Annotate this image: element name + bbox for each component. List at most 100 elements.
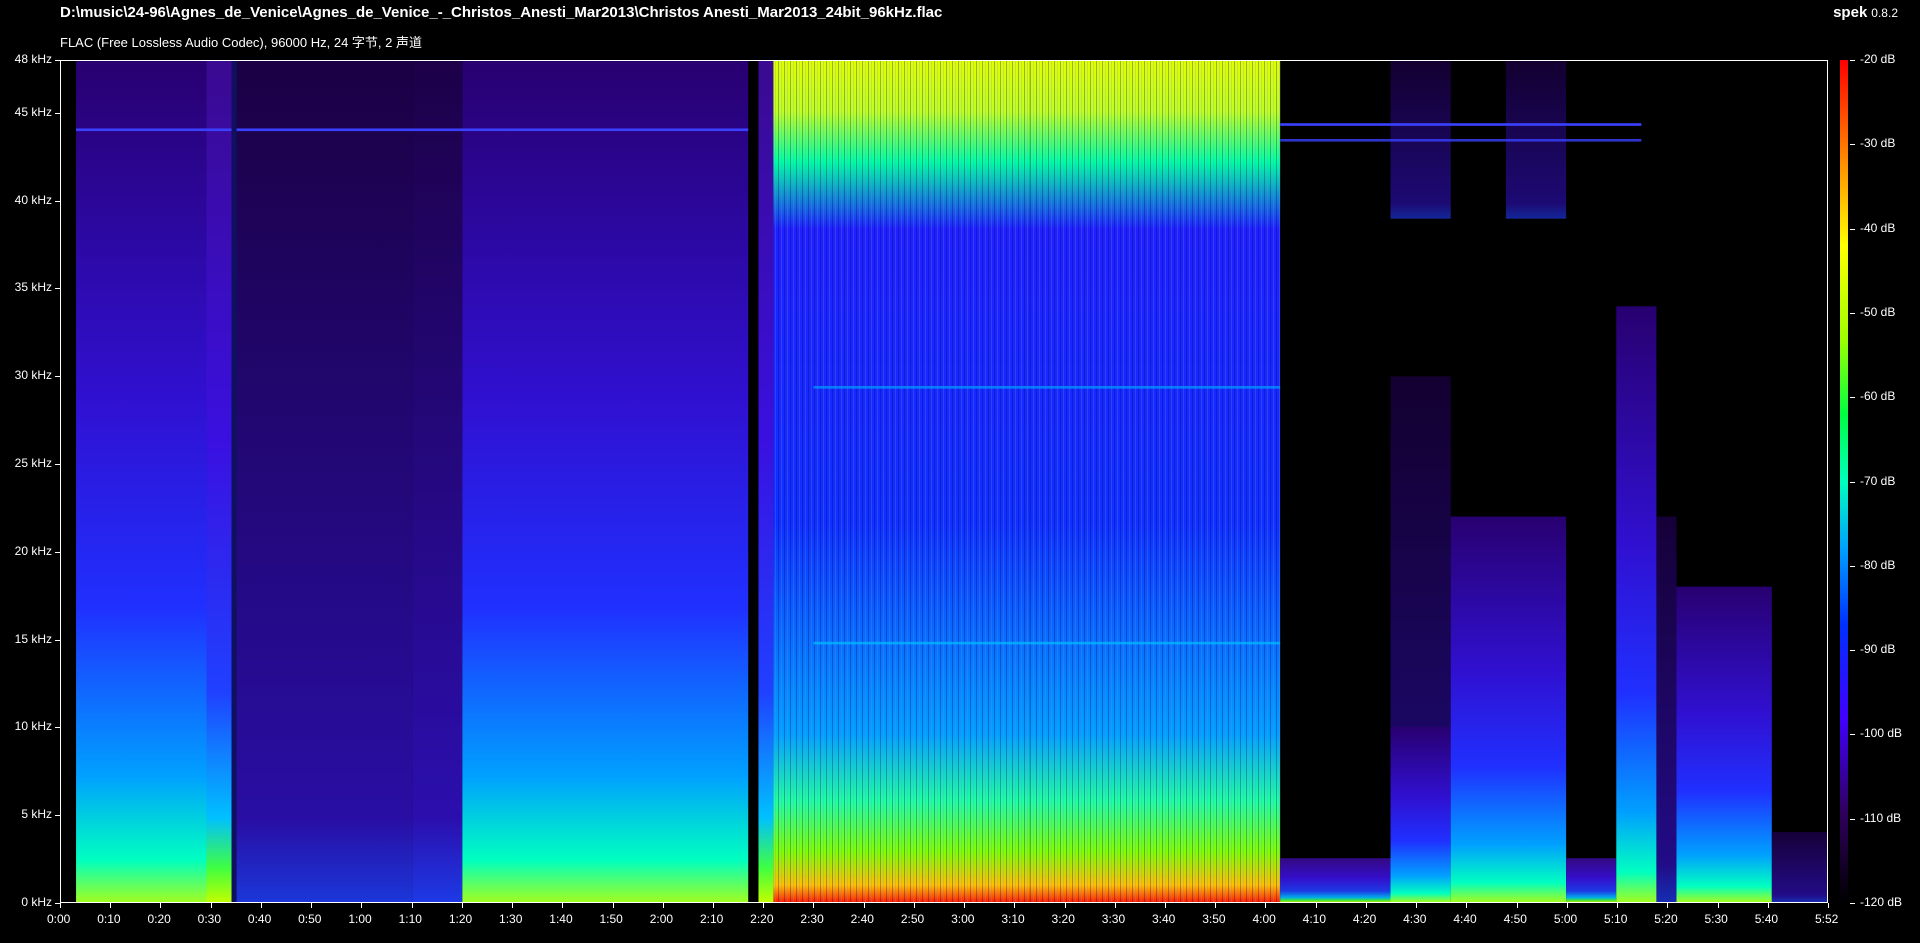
db-tick-label: -60 dB <box>1860 389 1896 404</box>
time-tick-mark <box>361 903 362 908</box>
time-tick-mark <box>462 903 463 908</box>
time-tick-label: 3:10 <box>1001 912 1025 926</box>
time-tick-mark <box>663 903 664 908</box>
app-title: spek 0.8.2 <box>1833 4 1898 21</box>
frequency-tick-label: 15 kHz <box>14 631 52 646</box>
time-tick-mark <box>1768 903 1769 908</box>
time-tick-mark <box>412 903 413 908</box>
time-tick-label: 4:00 <box>1252 912 1276 926</box>
time-tick-mark <box>1517 903 1518 908</box>
time-tick-label: 5:40 <box>1754 912 1779 926</box>
time-tick-mark <box>914 903 915 908</box>
time-tick-label: 5:00 <box>1553 912 1578 926</box>
file-path-title: D:\music\24-96\Agnes_de_Venice\Agnes_de_… <box>60 4 943 21</box>
time-tick-label: 1:20 <box>448 912 473 926</box>
time-tick-label: 4:20 <box>1352 912 1377 926</box>
time-tick-label: 0:20 <box>147 912 171 926</box>
spectrogram-image <box>76 61 1827 902</box>
time-tick-mark <box>813 903 814 908</box>
time-tick-mark <box>1366 903 1367 908</box>
frequency-tick-label: 30 kHz <box>14 368 52 383</box>
db-tick-mark <box>1850 903 1855 904</box>
time-tick-mark <box>864 903 865 908</box>
time-tick-mark <box>613 903 614 908</box>
spectrogram-segment <box>231 61 413 902</box>
spectrogram-segment <box>1676 586 1772 902</box>
time-tick-mark <box>160 903 161 908</box>
time-tick-mark <box>211 903 212 908</box>
time-tick-label: 4:50 <box>1503 912 1527 926</box>
db-tick-label: -80 dB <box>1860 557 1896 572</box>
frequency-tick-label: 35 kHz <box>14 280 52 295</box>
spectrogram-segment <box>1771 831 1827 902</box>
frequency-tick-label: 20 kHz <box>14 543 52 558</box>
db-tick-label: -30 dB <box>1860 136 1896 151</box>
time-tick-label: 3:30 <box>1101 912 1126 926</box>
spectrogram-tone-line <box>1280 123 1642 126</box>
time-tick-mark <box>1466 903 1467 908</box>
time-tick-mark <box>512 903 513 908</box>
time-tick-label: 2:10 <box>699 912 724 926</box>
time-tick-label: 2:00 <box>649 912 674 926</box>
db-tick-label: -110 dB <box>1860 810 1902 825</box>
db-tick-mark <box>1850 819 1855 820</box>
db-tick-label: -70 dB <box>1860 473 1896 488</box>
spectrogram-segment <box>1390 726 1451 902</box>
spectrogram-texture <box>773 61 1281 902</box>
time-tick-label: 3:40 <box>1152 912 1176 926</box>
time-tick-label: 5:30 <box>1704 912 1728 926</box>
frequency-tick-label: 5 kHz <box>21 807 52 822</box>
db-tick-mark <box>1850 60 1855 61</box>
frequency-tick-label: 40 kHz <box>14 192 52 207</box>
time-tick-mark <box>261 903 262 908</box>
time-tick-label: 5:10 <box>1604 912 1628 926</box>
spectrogram-segment <box>1280 858 1391 902</box>
time-tick-label: 4:10 <box>1302 912 1327 926</box>
time-tick-mark <box>1667 903 1668 908</box>
time-tick-label: 1:10 <box>398 912 422 926</box>
time-tick-label: 0:00 <box>47 912 71 926</box>
time-tick-label: 0:40 <box>247 912 272 926</box>
time-tick-mark <box>562 903 563 908</box>
db-tick-mark <box>1850 144 1855 145</box>
spectrogram-gap <box>231 61 237 902</box>
time-tick-label: 4:30 <box>1403 912 1427 926</box>
frequency-tick-mark <box>55 903 60 904</box>
db-tick-label: -50 dB <box>1860 304 1896 319</box>
db-tick-label: -40 dB <box>1860 220 1896 235</box>
frequency-tick-label: 45 kHz <box>14 104 52 119</box>
spectrogram-tone-line <box>76 128 749 132</box>
spectrogram-tone-line <box>813 641 1281 645</box>
spectrogram-segment <box>412 61 463 902</box>
db-tick-label: -20 dB <box>1860 52 1896 66</box>
time-tick-label: 2:30 <box>800 912 824 926</box>
time-tick-mark <box>763 903 764 908</box>
time-tick-label: 0:10 <box>97 912 121 926</box>
time-tick-mark <box>311 903 312 908</box>
db-tick-mark <box>1850 313 1855 314</box>
time-tick-mark <box>1416 903 1417 908</box>
db-tick-mark <box>1850 397 1855 398</box>
frequency-tick-label: 0 kHz <box>21 895 52 909</box>
time-tick-mark <box>1215 903 1216 908</box>
time-tick-label: 0:50 <box>298 912 322 926</box>
time-tick-mark <box>1617 903 1618 908</box>
time-tick-mark <box>964 903 965 908</box>
time-tick-label: 1:30 <box>499 912 523 926</box>
db-tick-label: -120 dB <box>1860 895 1903 909</box>
time-tick-mark <box>1165 903 1166 908</box>
time-tick-mark <box>110 903 111 908</box>
spectrogram-tone-line <box>813 386 1281 389</box>
spectrogram-segment <box>206 61 232 902</box>
time-tick-label: 2:20 <box>750 912 774 926</box>
time-tick-mark <box>1718 903 1719 908</box>
time-tick-label: 4:40 <box>1453 912 1477 926</box>
time-tick-mark <box>1567 903 1568 908</box>
spectrogram-plot[interactable] <box>60 60 1828 903</box>
time-tick-label: 5:52 <box>1815 912 1839 926</box>
app-version: 0.8.2 <box>1871 6 1898 20</box>
frequency-tick-label: 48 kHz <box>14 52 52 66</box>
time-tick-label: 1:00 <box>348 912 372 926</box>
frequency-tick-label: 10 kHz <box>14 719 52 734</box>
spectrogram-segment <box>462 61 749 902</box>
